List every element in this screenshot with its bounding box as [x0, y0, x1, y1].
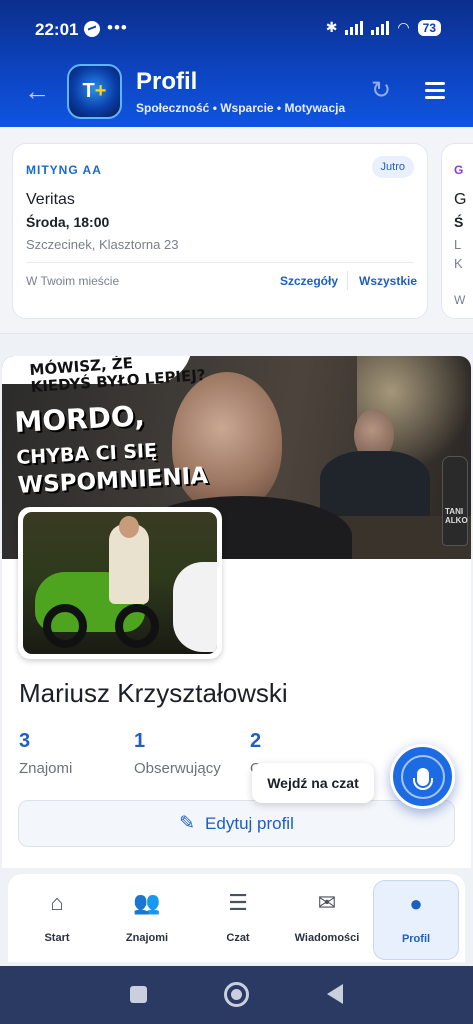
page-subtitle: Społeczność • Wsparcie • Motywacja: [136, 101, 346, 115]
meeting-type-label: G: [454, 163, 464, 177]
nav-label: Profil: [401, 933, 431, 945]
logo-plus: +: [94, 80, 107, 102]
messenger-icon: [84, 21, 100, 37]
people-icon: 👥: [133, 890, 161, 915]
meeting-city-note: W Twoim mieście: [26, 274, 120, 288]
divider: [26, 262, 414, 263]
person-icon: ●: [409, 891, 423, 916]
profile-photo[interactable]: [18, 507, 222, 659]
signal-icon: [345, 20, 364, 35]
meeting-date-badge: Jutro: [371, 156, 414, 178]
logo-letter: T: [82, 80, 95, 102]
nav-item-chat[interactable]: ☰ Czat: [195, 880, 281, 960]
hamburger-menu-icon[interactable]: [425, 82, 445, 99]
nav-label: Czat: [226, 932, 250, 944]
recent-apps-icon[interactable]: [130, 986, 147, 1003]
chat-tooltip: Wejdź na czat: [252, 763, 374, 803]
bottle-label: TANI ALKO: [445, 507, 468, 525]
battery-icon: 73: [417, 19, 441, 36]
meeting-type-label: MITYNG AA: [26, 163, 102, 177]
cover-caption-line: MORDO,: [13, 399, 146, 439]
meeting-address: Szczecinek, Klasztorna 23: [26, 237, 179, 252]
envelope-icon: ✉: [317, 890, 337, 915]
stat-followers[interactable]: 1 Obserwujący: [134, 730, 221, 777]
home-button-icon[interactable]: [224, 982, 249, 1007]
divider: [347, 271, 348, 290]
status-time: 22:01: [35, 20, 79, 39]
cover-bubble-text: MÓWISZ, ŻE KIEDYŚ BYŁO LEPIEJ?: [28, 356, 207, 397]
chat-bubble-icon: ☰: [228, 890, 248, 915]
home-icon: ⌂: [50, 890, 64, 915]
nav-item-profile[interactable]: ● Profil: [373, 880, 459, 960]
system-back-icon[interactable]: [327, 984, 343, 1004]
meeting-address-2: K: [454, 256, 463, 271]
all-meetings-link[interactable]: Wszystkie: [359, 274, 417, 288]
meeting-card[interactable]: MITYNG AA Jutro Veritas Środa, 18:00 Szc…: [12, 143, 428, 319]
pencil-icon: ✎: [179, 813, 196, 834]
meeting-card-next[interactable]: G G Ś L K W: [441, 143, 473, 319]
nav-label: Start: [44, 932, 70, 944]
app-header: 22:01 ••• ✱ ◠ 73 ← T + Profil Społeczność…: [0, 0, 473, 127]
system-navigation-bar: [0, 966, 473, 1024]
bottle-graphic: TANI ALKO: [442, 456, 468, 546]
edit-profile-button[interactable]: ✎ Edytuj profil: [18, 800, 455, 847]
stat-friends[interactable]: 3 Znajomi: [19, 730, 72, 777]
more-notifications-icon: •••: [107, 18, 128, 37]
meeting-address: L: [454, 237, 462, 252]
nav-label: Znajomi: [125, 932, 169, 944]
stat-value: 1: [134, 730, 146, 752]
cover-caption: MORDO, CHYBA CI SIĘ WSPOMNIENIA: [14, 396, 209, 499]
back-arrow-icon[interactable]: ←: [24, 76, 50, 107]
meeting-carousel[interactable]: MITYNG AA Jutro Veritas Środa, 18:00 Szc…: [0, 127, 473, 334]
status-bar: 22:01 ••• ✱ ◠ 73: [0, 18, 473, 40]
nav-item-start[interactable]: ⌂ Start: [14, 880, 100, 960]
meeting-time: Środa, 18:00: [26, 214, 110, 230]
meeting-city-note: W: [454, 293, 466, 307]
nav-item-friends[interactable]: 👥 Znajomi: [104, 880, 190, 960]
meeting-details-link[interactable]: Szczegóły: [280, 274, 338, 288]
microphone-icon: [412, 767, 433, 790]
app-logo: T +: [67, 64, 122, 119]
meeting-name: G: [454, 191, 467, 208]
meeting-time: Ś: [454, 214, 464, 230]
stat-label: Znajomi: [19, 760, 73, 777]
bluetooth-icon: ✱: [325, 19, 338, 35]
wifi-icon: ◠: [397, 19, 410, 35]
page-title: Profil: [136, 68, 198, 95]
profile-name: Mariusz Krzyształowski: [19, 678, 288, 708]
stat-value: 3: [19, 730, 31, 752]
signal-icon-2: [371, 20, 390, 35]
nav-label: Wiadomości: [294, 932, 360, 944]
stat-value: 2: [250, 730, 262, 752]
bottom-navigation: ⌂ Start 👥 Znajomi ☰ Czat ✉ Wiadomości ● …: [0, 868, 473, 966]
nav-item-messages[interactable]: ✉ Wiadomości: [284, 880, 370, 960]
refresh-icon[interactable]: ↻: [371, 76, 391, 105]
stat-label: Obserwujący: [134, 760, 221, 777]
chat-fab-button[interactable]: [390, 744, 455, 809]
meeting-name: Veritas: [26, 191, 75, 208]
edit-profile-label: Edytuj profil: [205, 813, 294, 833]
cover-caption-line: WSPOMNIENIA: [17, 462, 209, 499]
status-icons: ✱ ◠ 73: [326, 19, 441, 36]
